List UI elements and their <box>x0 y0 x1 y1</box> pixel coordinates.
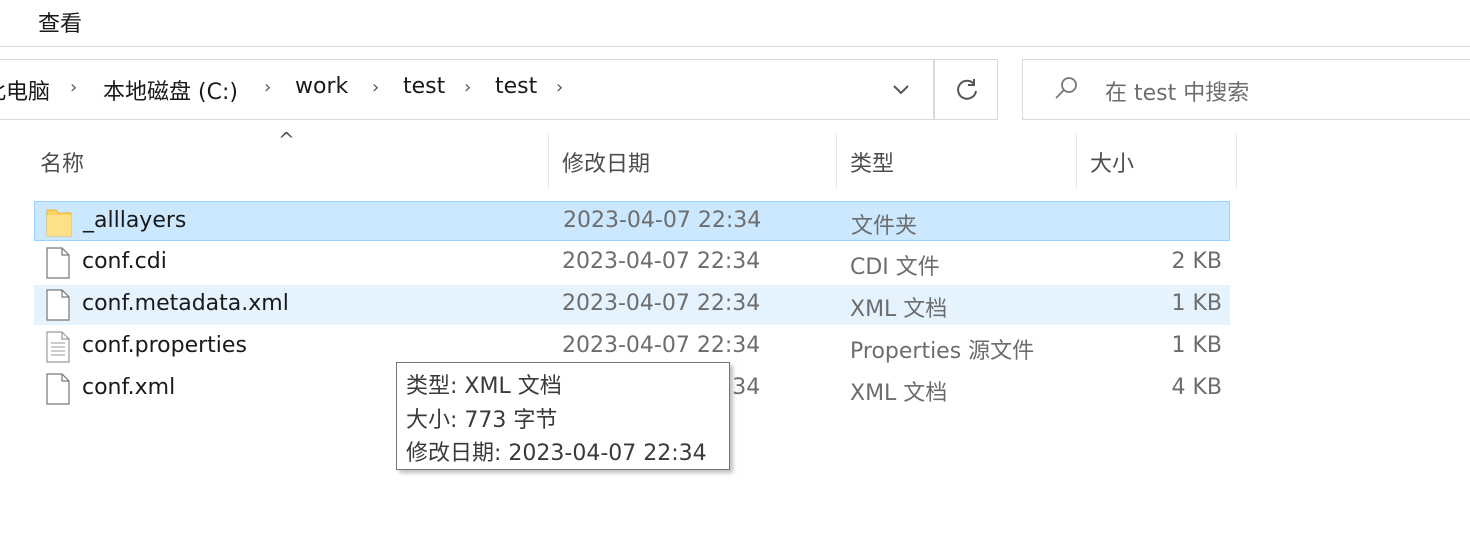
file-type: XML 文档 <box>850 297 948 322</box>
column-type[interactable]: 类型 <box>850 146 894 178</box>
file-icon <box>44 247 72 279</box>
column-header: ^ 名称 修改日期 类型 大小 <box>0 128 1240 188</box>
file-size: 4 KB <box>1171 375 1222 400</box>
breadcrumb-chevron-icon[interactable]: › <box>556 77 563 98</box>
file-size: 1 KB <box>1171 333 1222 358</box>
file-row[interactable]: _alllayers 2023-04-07 22:34 文件夹 <box>34 201 1230 241</box>
breadcrumb-chevron-icon[interactable]: › <box>70 77 77 98</box>
breadcrumb-local-disk[interactable]: 本地磁盘 (C:) <box>103 74 238 106</box>
file-date: 2023-04-07 22:34 <box>562 291 761 316</box>
column-divider[interactable] <box>836 134 837 188</box>
file-name: conf.cdi <box>82 249 167 274</box>
refresh-icon[interactable] <box>953 76 981 104</box>
file-name: _alllayers <box>83 208 187 233</box>
tooltip-date: 修改日期: 2023-04-07 22:34 <box>406 441 707 466</box>
column-divider[interactable] <box>1236 134 1237 188</box>
file-name: conf.properties <box>82 333 247 358</box>
menu-view[interactable]: 查看 <box>38 6 82 38</box>
file-row[interactable]: conf.properties 2023-04-07 22:34 Propert… <box>34 327 1230 367</box>
file-date: 2023-04-07 22:34 <box>563 208 762 233</box>
search-input[interactable]: 在 test 中搜索 <box>1022 59 1470 120</box>
file-info-tooltip: 类型: XML 文档 大小: 773 字节 修改日期: 2023-04-07 2… <box>396 362 730 470</box>
breadcrumb-this-pc[interactable]: 此电脑 <box>0 74 50 106</box>
file-type: XML 文档 <box>850 381 948 406</box>
chevron-down-icon[interactable] <box>886 74 916 104</box>
breadcrumb-test-current[interactable]: test <box>495 74 537 99</box>
tooltip-size: 大小: 773 字节 <box>406 408 558 433</box>
tooltip-type: 类型: XML 文档 <box>406 374 562 399</box>
search-icon <box>1051 74 1081 104</box>
breadcrumb-test[interactable]: test <box>403 74 445 99</box>
file-name: conf.metadata.xml <box>82 291 289 316</box>
breadcrumb-work[interactable]: work <box>295 74 348 99</box>
file-size: 1 KB <box>1171 291 1222 316</box>
search-placeholder: 在 test 中搜索 <box>1105 81 1250 106</box>
text-file-icon <box>44 331 72 363</box>
column-divider[interactable] <box>548 134 549 188</box>
file-type: CDI 文件 <box>850 255 940 280</box>
file-icon <box>44 373 72 405</box>
column-size[interactable]: 大小 <box>1090 146 1134 178</box>
menu-bar: 查看 <box>0 0 1470 46</box>
sort-ascending-icon: ^ <box>278 128 295 152</box>
file-name: conf.xml <box>82 375 176 400</box>
file-type: 文件夹 <box>851 214 918 239</box>
file-row[interactable]: conf.cdi 2023-04-07 22:34 CDI 文件 2 KB <box>34 243 1230 283</box>
column-divider[interactable] <box>1076 134 1077 188</box>
file-row[interactable]: conf.metadata.xml 2023-04-07 22:34 XML 文… <box>34 285 1230 325</box>
divider <box>0 46 1470 47</box>
address-bar[interactable]: 此电脑 › 本地磁盘 (C:) › work › test › test › <box>0 59 934 120</box>
column-name[interactable]: 名称 <box>40 146 84 178</box>
breadcrumb-chevron-icon[interactable]: › <box>372 77 379 98</box>
file-icon <box>44 289 72 321</box>
breadcrumb-chevron-icon[interactable]: › <box>264 77 271 98</box>
breadcrumb-chevron-icon[interactable]: › <box>464 77 471 98</box>
file-type: Properties 源文件 <box>850 339 1035 364</box>
folder-icon <box>45 206 73 238</box>
refresh-button[interactable] <box>934 59 998 120</box>
file-size: 2 KB <box>1171 249 1222 274</box>
file-date: 2023-04-07 22:34 <box>562 249 761 274</box>
file-date: 2023-04-07 22:34 <box>562 333 761 358</box>
column-modified[interactable]: 修改日期 <box>562 146 650 178</box>
